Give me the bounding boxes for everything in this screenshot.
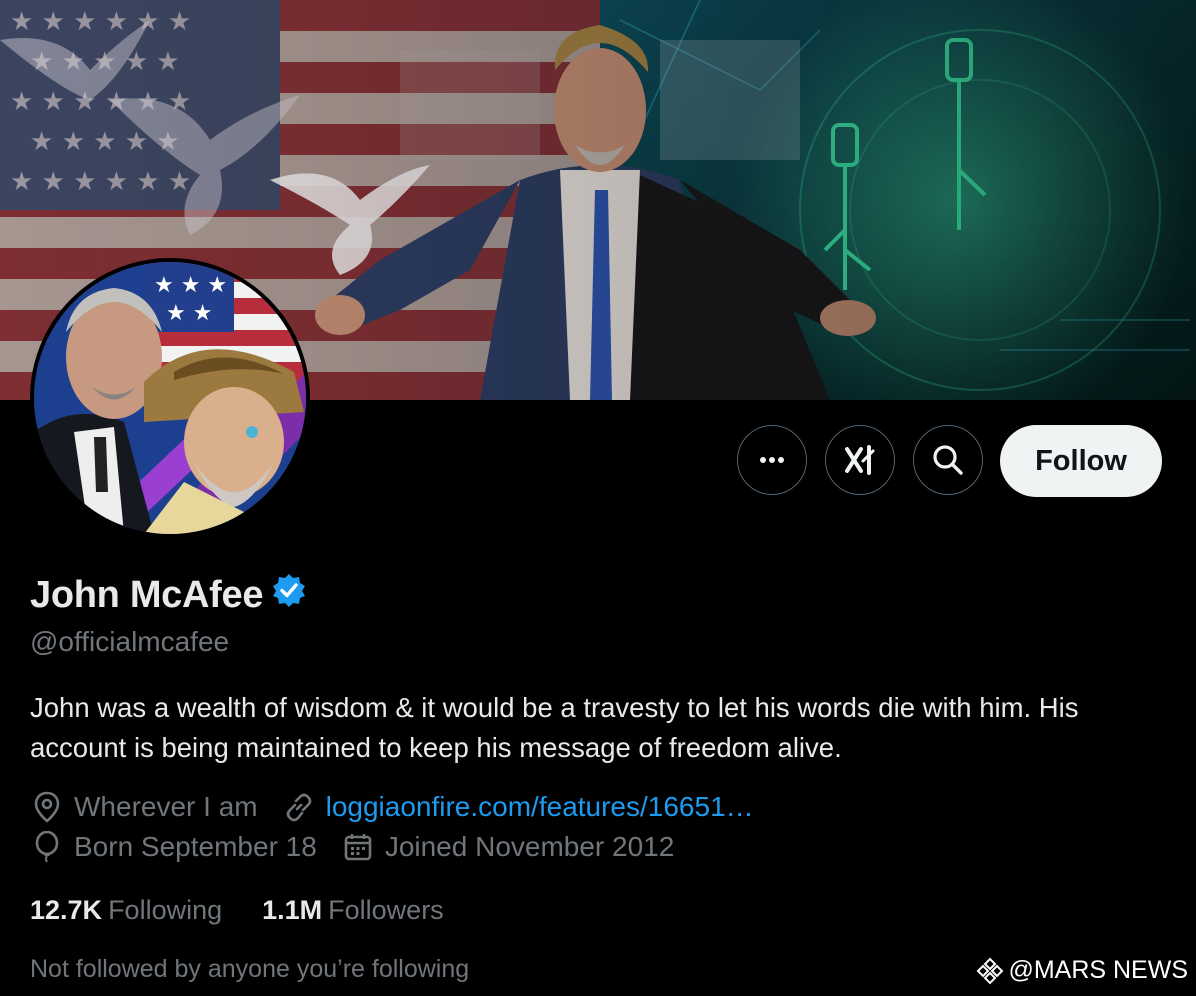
profile-avatar[interactable]: ★ ★ ★ ★ ★ bbox=[30, 258, 310, 538]
profile-stats: 12.7K Following 1.1M Followers bbox=[30, 895, 444, 926]
watermark-text: @MARS NEWS bbox=[1008, 956, 1188, 984]
grok-icon bbox=[845, 445, 875, 475]
grok-button[interactable] bbox=[825, 425, 895, 495]
profile-joined-date: Joined November 2012 bbox=[384, 831, 675, 862]
avatar-illustration: ★ ★ ★ ★ ★ bbox=[34, 262, 306, 534]
search-button[interactable] bbox=[913, 425, 983, 495]
balloon-icon bbox=[30, 830, 64, 864]
following-label: Following bbox=[108, 895, 223, 925]
profile-meta-row-2: Born September 18 Joined November 2012 bbox=[30, 830, 674, 864]
watermark: @MARS NEWS bbox=[976, 956, 1188, 985]
follow-button[interactable]: Follow bbox=[1000, 425, 1162, 497]
profile-handle: @officialmcafee bbox=[30, 626, 230, 657]
following-count: 12.7K bbox=[30, 895, 103, 925]
calendar-icon bbox=[341, 830, 375, 864]
svg-text:★ ★: ★ ★ bbox=[166, 301, 212, 326]
link-icon bbox=[282, 790, 316, 824]
following-link[interactable]: 12.7K Following bbox=[30, 895, 222, 926]
svg-text:★ ★ ★: ★ ★ ★ bbox=[154, 273, 227, 298]
display-name: John McAfee bbox=[30, 573, 264, 616]
more-options-button[interactable] bbox=[737, 425, 807, 495]
followers-count: 1.1M bbox=[262, 895, 323, 925]
profile-website-link[interactable]: loggiaonfire.com/features/16651… bbox=[326, 791, 754, 823]
more-horizontal-icon bbox=[760, 457, 784, 463]
profile-bio: John was a wealth of wisdom & it would b… bbox=[30, 692, 1079, 763]
diamond-logo-icon bbox=[977, 957, 1004, 984]
verified-badge-icon[interactable] bbox=[271, 572, 307, 618]
search-icon bbox=[933, 445, 963, 475]
followers-label: Followers bbox=[328, 895, 444, 925]
profile-birthday: Born September 18 bbox=[74, 831, 317, 862]
profile-meta-row-1: Wherever I am loggiaonfire.com/features/… bbox=[30, 790, 754, 824]
followers-link[interactable]: 1.1M Followers bbox=[262, 895, 444, 926]
profile-name-row: John McAfee bbox=[30, 572, 307, 618]
social-context-text: Not followed by anyone you’re following bbox=[30, 955, 470, 983]
location-pin-icon bbox=[30, 790, 64, 824]
profile-location: Wherever I am bbox=[74, 791, 258, 822]
